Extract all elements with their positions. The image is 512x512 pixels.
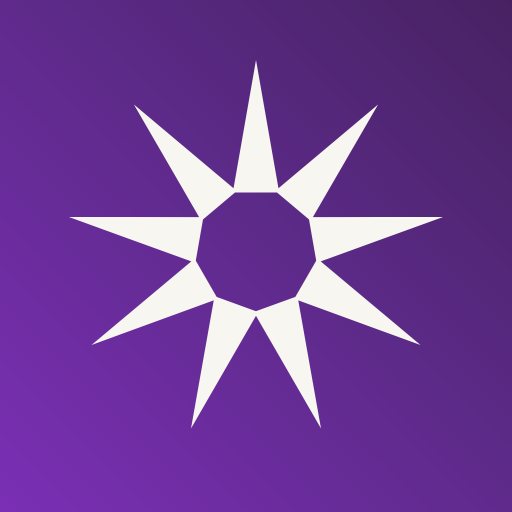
starburst-logo-icon [0,0,512,512]
app-icon [0,0,512,512]
